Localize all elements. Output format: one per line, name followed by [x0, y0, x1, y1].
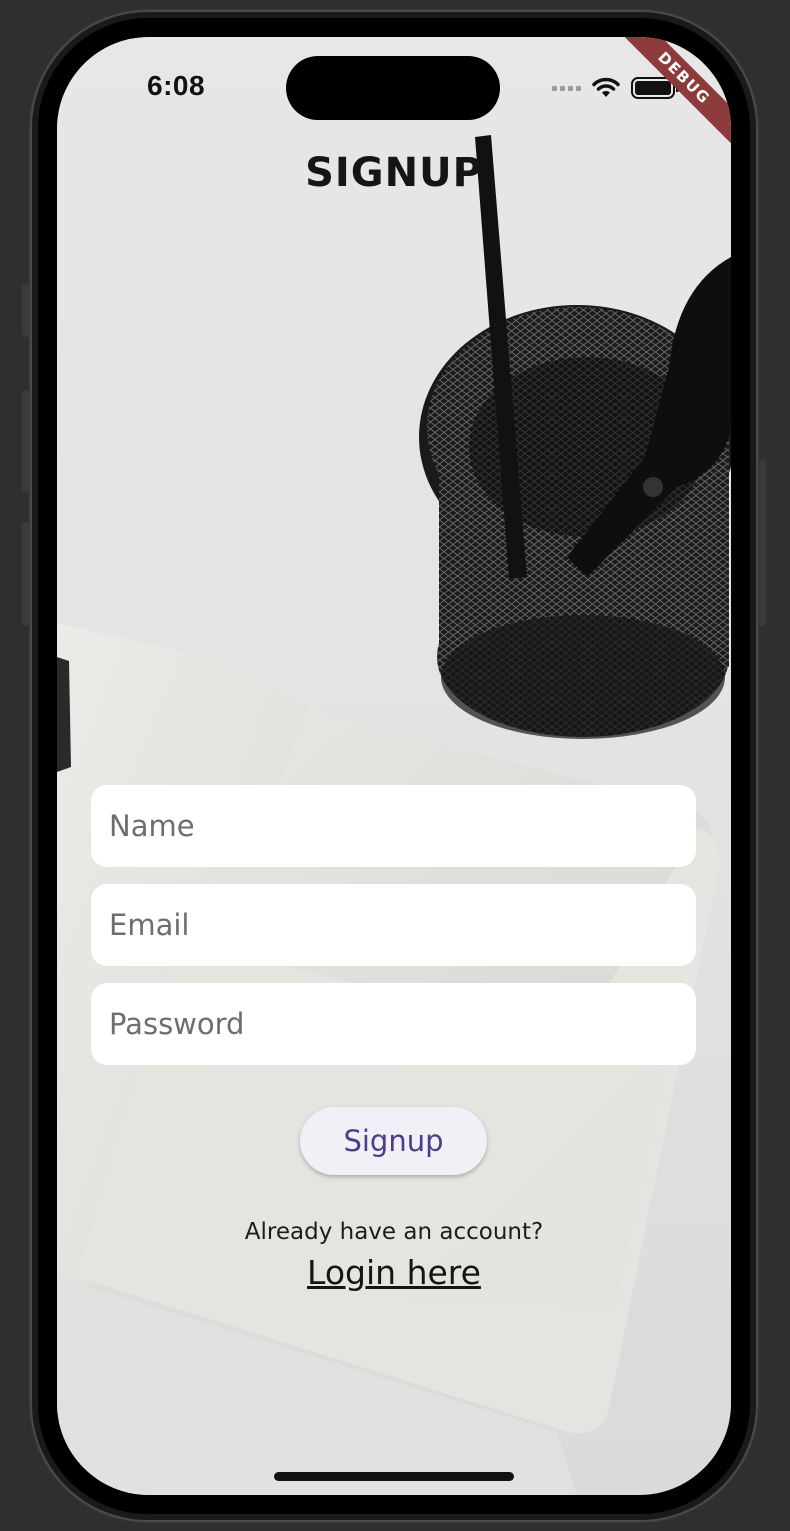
password-field[interactable] [91, 983, 696, 1065]
volume-up-button [22, 390, 30, 492]
power-button [758, 460, 766, 626]
login-link-container: Login here [57, 1253, 731, 1292]
home-indicator[interactable] [274, 1472, 514, 1481]
email-field[interactable] [91, 884, 696, 966]
signup-button[interactable]: Signup [300, 1107, 487, 1175]
page-title: SIGNUP [305, 150, 483, 196]
status-time: 6:08 [147, 70, 206, 101]
wifi-icon [592, 77, 620, 97]
app-screen: 6:08 DEBUG SIGNUP Signup Already have an… [57, 37, 731, 1495]
dynamic-island [286, 56, 500, 120]
status-icons [552, 77, 679, 99]
cellular-dots-icon [552, 85, 581, 91]
login-here-link[interactable]: Login here [307, 1253, 481, 1292]
volume-down-button [22, 522, 30, 626]
name-field[interactable] [91, 785, 696, 867]
already-have-account-text: Already have an account? [244, 1219, 544, 1245]
mute-switch [22, 283, 30, 337]
